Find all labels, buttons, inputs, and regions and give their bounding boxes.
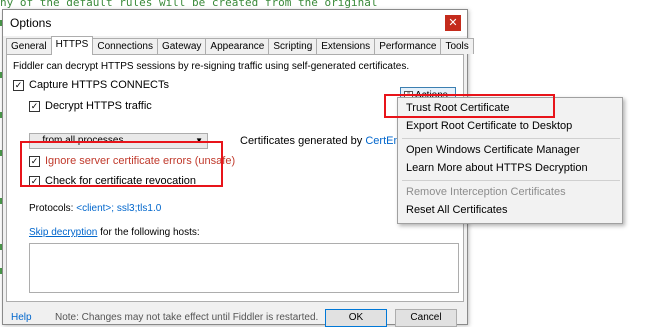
decrypt-https-checkbox[interactable]: ✓ — [29, 101, 40, 112]
skip-decryption-row: Skip decryption for the following hosts: — [29, 227, 200, 238]
certificates-prefix: Certificates generated by — [240, 135, 363, 147]
menu-separator — [402, 138, 620, 139]
highlight-box-trust-root — [384, 94, 555, 118]
tab-performance[interactable]: Performance — [374, 38, 442, 54]
tab-strip: General HTTPS Connections Gateway Appear… — [6, 36, 474, 55]
tab-scripting[interactable]: Scripting — [268, 38, 318, 54]
ok-button[interactable]: OK — [325, 309, 387, 327]
cancel-button[interactable]: Cancel — [395, 309, 457, 327]
close-button[interactable]: ✕ — [445, 15, 461, 31]
skip-decryption-link[interactable]: Skip decryption — [29, 227, 97, 238]
menu-item-remove-certs[interactable]: Remove Interception Certificates — [406, 186, 566, 198]
dialog-title: Options — [10, 16, 52, 30]
intro-text: Fiddler can decrypt HTTPS sessions by re… — [13, 61, 410, 72]
tab-general[interactable]: General — [6, 38, 52, 54]
protocols-row: Protocols: <client>; ssl3;tls1.0 — [29, 203, 161, 214]
protocols-link[interactable]: <client>; ssl3;tls1.0 — [76, 203, 161, 214]
restart-note: Note: Changes may not take effect until … — [55, 312, 319, 323]
menu-item-export-root[interactable]: Export Root Certificate to Desktop — [406, 120, 572, 132]
tab-gateway[interactable]: Gateway — [156, 38, 207, 54]
help-link[interactable]: Help — [11, 312, 32, 323]
protocols-label: Protocols: — [29, 203, 74, 214]
title-bar: Options ✕ — [3, 10, 467, 36]
tab-https[interactable]: HTTPS — [50, 36, 94, 55]
tab-extensions[interactable]: Extensions — [316, 38, 376, 54]
highlight-box-checkboxes — [20, 141, 223, 187]
menu-item-reset-certs[interactable]: Reset All Certificates — [406, 204, 507, 216]
decrypt-https-label: Decrypt HTTPS traffic — [45, 100, 152, 112]
capture-connects-label: Capture HTTPS CONNECTs — [29, 79, 169, 91]
skip-decryption-text: for the following hosts: — [100, 227, 200, 238]
certificates-generated-text: Certificates generated by CertEnroll e — [240, 135, 423, 147]
menu-separator — [402, 180, 620, 181]
code-line: ny of the default rules will be created … — [0, 0, 378, 9]
capture-connects-checkbox[interactable]: ✓ — [13, 80, 24, 91]
menu-item-learn-more[interactable]: Learn More about HTTPS Decryption — [406, 162, 588, 174]
skip-hosts-textarea[interactable] — [29, 243, 459, 293]
tab-connections[interactable]: Connections — [92, 38, 158, 54]
menu-item-open-cert-manager[interactable]: Open Windows Certificate Manager — [406, 144, 580, 156]
tab-appearance[interactable]: Appearance — [205, 38, 270, 54]
tab-tools[interactable]: Tools — [440, 38, 474, 54]
